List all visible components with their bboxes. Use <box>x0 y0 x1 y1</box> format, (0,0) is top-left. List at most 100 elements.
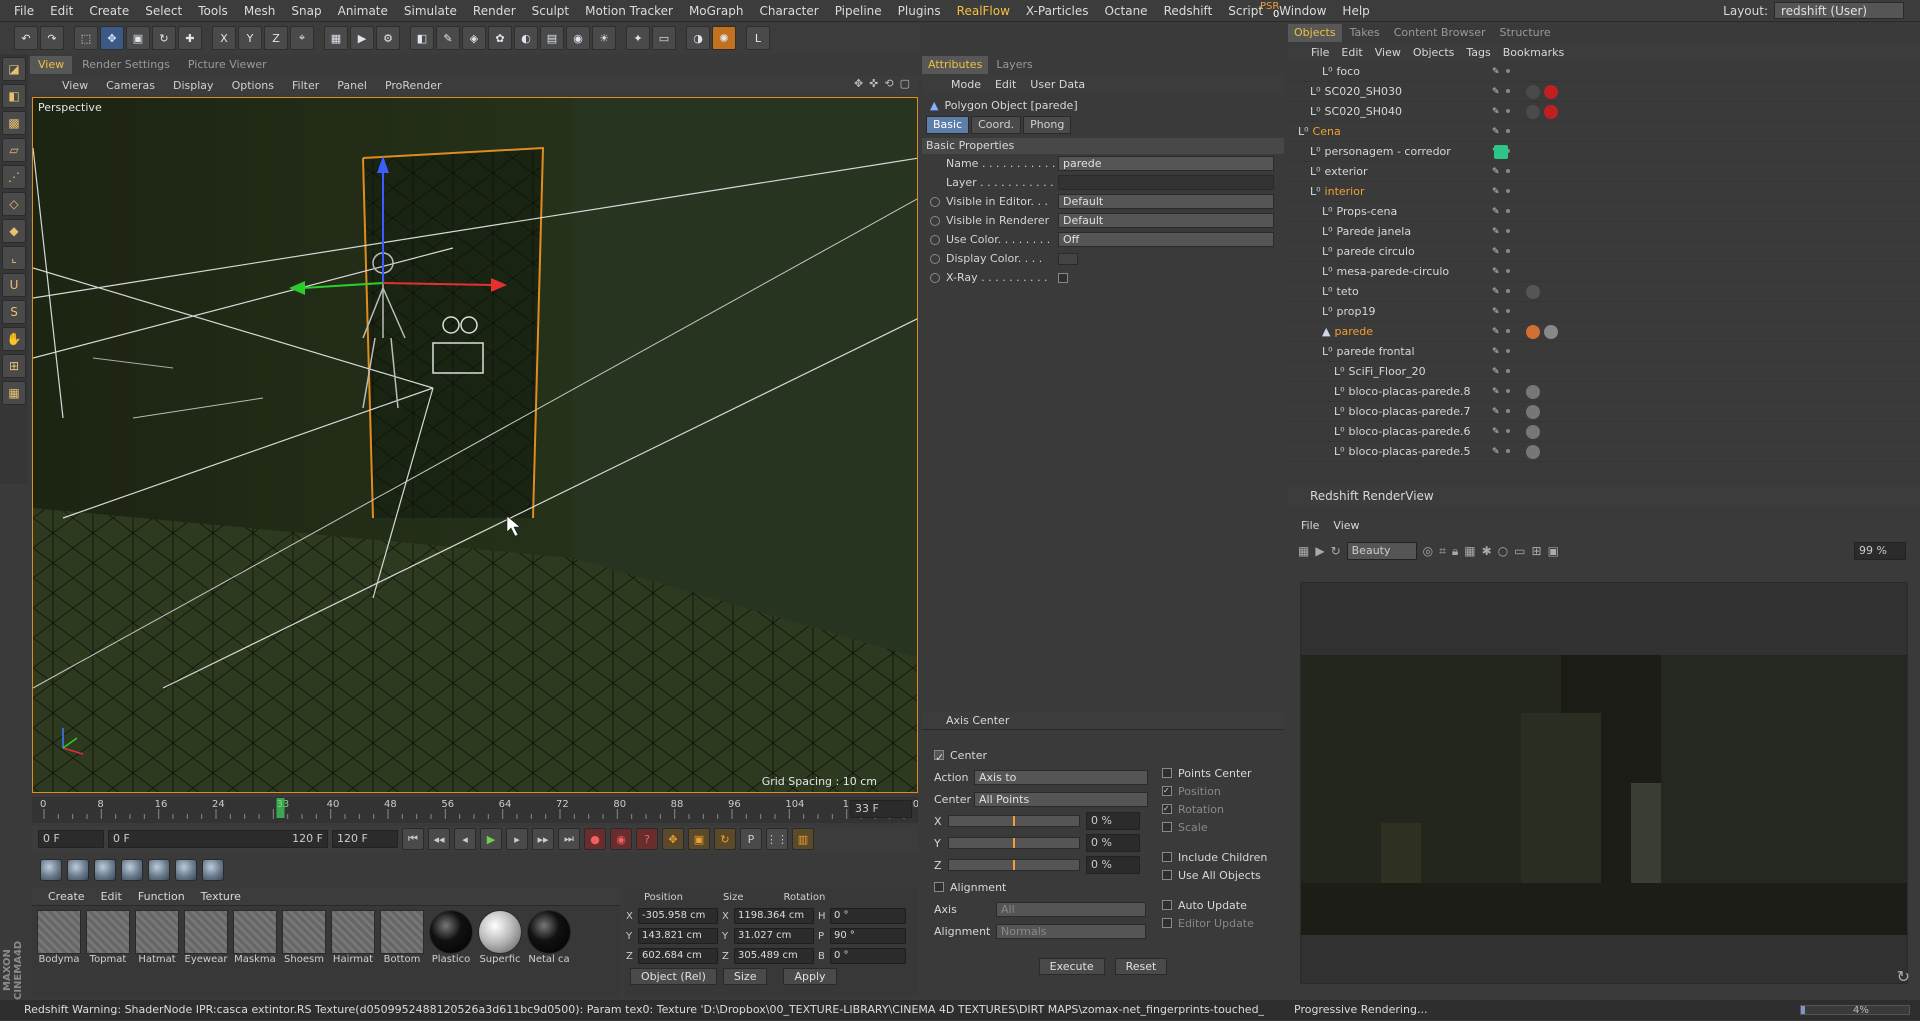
object-tag-icon[interactable] <box>1526 405 1540 419</box>
axis-slider[interactable] <box>948 859 1080 871</box>
subtab-coord[interactable]: Coord. <box>971 116 1022 134</box>
menu-pipeline[interactable]: Pipeline <box>827 0 890 22</box>
viewport-menu-options[interactable]: Options <box>224 79 282 92</box>
attribute-value[interactable]: parede <box>1058 156 1274 171</box>
next-key-icon[interactable]: ▸▸ <box>532 828 554 850</box>
object-tag-icon[interactable] <box>1544 85 1558 99</box>
animate-radio[interactable] <box>930 196 940 207</box>
sphere-preview-icon[interactable] <box>67 859 89 881</box>
subtab-basic[interactable]: Basic <box>926 116 970 134</box>
material-swatch[interactable] <box>380 910 424 954</box>
brush-icon[interactable]: ✋ <box>2 327 26 351</box>
add-snapshot-icon[interactable]: ⊞ <box>1532 544 1542 558</box>
orbit-icon[interactable]: ⟲ <box>884 77 893 90</box>
object-tag-icon[interactable] <box>1526 325 1540 339</box>
slider-handle[interactable] <box>1013 838 1015 848</box>
render-dot-icon[interactable] <box>1506 89 1510 93</box>
subtab-phong[interactable]: Phong <box>1023 116 1072 134</box>
object-menu-edit[interactable]: Edit <box>1336 46 1367 59</box>
material-item[interactable]: Maskma <box>232 910 278 965</box>
visibility-toggle-icon[interactable]: ✎ <box>1492 407 1502 417</box>
material-item[interactable]: Plastico <box>428 910 474 965</box>
object-row[interactable]: ▲ parede ✎ <box>1288 322 1920 342</box>
axis-y-button[interactable]: Y <box>238 26 262 50</box>
menu-help[interactable]: Help <box>1334 0 1377 22</box>
end-frame-field[interactable]: 120 F <box>332 830 398 848</box>
menu-file[interactable]: File <box>6 0 42 22</box>
object-menu-bookmarks[interactable]: Bookmarks <box>1498 46 1569 59</box>
render-dot-icon[interactable] <box>1506 309 1510 313</box>
axis-option-checkbox[interactable] <box>1162 918 1172 928</box>
object-row[interactable]: L⁰ Parede janela ✎ <box>1288 222 1920 242</box>
object-row[interactable]: L⁰ foco ✎ <box>1288 62 1920 82</box>
renderview-menu-file[interactable]: File <box>1296 519 1324 532</box>
renderview-refresh-icon[interactable]: ↻ <box>1897 967 1910 986</box>
axis-option-checkbox[interactable] <box>1162 852 1172 862</box>
prev-key-icon[interactable]: ◂◂ <box>428 828 450 850</box>
layout-dropdown[interactable]: redshift (User) <box>1774 2 1904 19</box>
tab-structure[interactable]: Structure <box>1494 24 1557 42</box>
menu-plugins[interactable]: Plugins <box>890 0 949 22</box>
attribute-value[interactable]: Default <box>1058 194 1274 209</box>
slider-handle[interactable] <box>1013 860 1015 870</box>
viewport-menu-view[interactable]: View <box>54 79 96 92</box>
object-tag-icon[interactable] <box>1544 105 1558 119</box>
points-mode-icon[interactable]: ⋰ <box>2 165 26 189</box>
object-menu-tags[interactable]: Tags <box>1461 46 1495 59</box>
object-row[interactable]: L⁰ Props-cena ✎ <box>1288 202 1920 222</box>
tab-objects[interactable]: Objects <box>1288 24 1342 42</box>
sculpt-icon[interactable]: S <box>2 300 26 324</box>
render-dot-icon[interactable] <box>1506 269 1510 273</box>
object-row[interactable]: L⁰ teto ✎ <box>1288 282 1920 302</box>
zoom-field[interactable]: 99 % <box>1854 542 1906 560</box>
coord-size-field[interactable]: 31.027 cm <box>734 928 814 944</box>
visibility-toggle-icon[interactable]: ✎ <box>1492 267 1502 277</box>
object-menu-file[interactable]: File <box>1306 46 1334 59</box>
axis-slider[interactable] <box>948 837 1080 849</box>
render-dot-icon[interactable] <box>1506 249 1510 253</box>
play-icon[interactable]: ▶ <box>480 828 502 850</box>
visibility-toggle-icon[interactable]: ✎ <box>1492 347 1502 357</box>
slider-handle[interactable] <box>1013 816 1015 826</box>
pen-icon[interactable]: ✎ <box>436 26 460 50</box>
visibility-toggle-icon[interactable]: ✎ <box>1492 127 1502 137</box>
attr-menu-mode[interactable]: Mode <box>946 78 986 91</box>
material-menu-texture[interactable]: Texture <box>195 890 247 903</box>
sphere-preview-icon[interactable] <box>202 859 224 881</box>
object-row[interactable]: L⁰ bloco-placas-parede.6 ✎ <box>1288 422 1920 442</box>
current-frame-field[interactable]: 33 F <box>850 800 912 818</box>
object-row[interactable]: L⁰ mesa-parede-circulo ✎ <box>1288 262 1920 282</box>
model-mode-icon[interactable]: ◧ <box>2 84 26 108</box>
key-pla-icon[interactable]: ⋮⋮ <box>766 828 788 850</box>
material-item[interactable]: Bodyma <box>36 910 82 965</box>
material-item[interactable]: Superfic <box>477 910 523 965</box>
lock-icon[interactable]: 🔒︎ <box>1452 544 1458 559</box>
scale-icon[interactable]: ▣ <box>126 26 150 50</box>
octane-icon[interactable]: ◑ <box>686 26 710 50</box>
animate-radio[interactable] <box>930 272 940 283</box>
object-row[interactable]: L⁰ SC020_SH030 ✎ <box>1288 82 1920 102</box>
action-dropdown[interactable]: Axis to <box>974 769 1148 785</box>
tab-view[interactable]: View <box>30 56 73 74</box>
viewport-menu-cameras[interactable]: Cameras <box>98 79 163 92</box>
object-row[interactable]: L⁰ bloco-placas-parede.5 ✎ <box>1288 442 1920 462</box>
grid-icon[interactable]: ▦ <box>1464 544 1475 558</box>
material-swatch[interactable] <box>282 910 326 954</box>
execute-button[interactable]: Execute <box>1038 958 1105 975</box>
viewport-menu-panel[interactable]: Panel <box>329 79 375 92</box>
circle-icon[interactable]: ○ <box>1498 544 1508 558</box>
move-view-icon[interactable]: ✜ <box>869 77 878 90</box>
object-tag-icon[interactable] <box>1526 385 1540 399</box>
coord-system-icon[interactable]: ⌖ <box>290 26 314 50</box>
visibility-toggle-icon[interactable]: ✎ <box>1492 187 1502 197</box>
sphere-preview-icon[interactable] <box>94 859 116 881</box>
snapshot-icon[interactable]: ◎ <box>1423 544 1433 558</box>
menu-create[interactable]: Create <box>81 0 137 22</box>
renderview-menu-view[interactable]: View <box>1328 519 1364 532</box>
attribute-value[interactable]: Default <box>1058 213 1274 228</box>
key-position-icon[interactable]: ✥ <box>662 828 684 850</box>
menu-edit[interactable]: Edit <box>42 0 81 22</box>
menu-snap[interactable]: Snap <box>283 0 329 22</box>
render-picture-icon[interactable]: ▶ <box>350 26 374 50</box>
render-dot-icon[interactable] <box>1506 409 1510 413</box>
